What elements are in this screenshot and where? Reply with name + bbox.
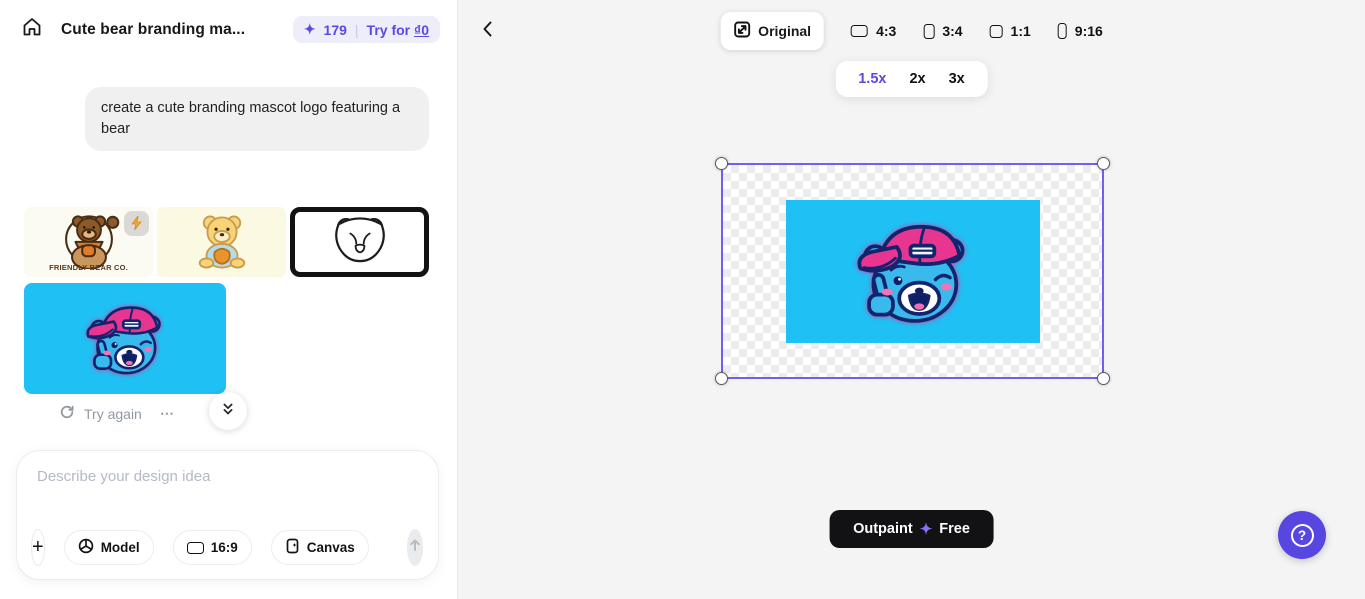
aspect-option-original[interactable]: Original [720,12,824,50]
canvas-icon [285,538,300,557]
selection-handle-bottom-right[interactable] [1097,372,1110,385]
aspect-option-1-1[interactable]: 1:1 [990,23,1031,39]
aspect-option-9-16[interactable]: 9:16 [1058,23,1103,39]
scale-option-1-5x[interactable]: 1.5x [858,71,886,87]
landscape-ratio-icon [187,542,204,554]
aspect-ratio-label: 16:9 [211,540,238,555]
model-selector-button[interactable]: Model [64,530,154,565]
outpaint-selection-frame[interactable] [721,163,1104,379]
arrow-up-icon [407,537,423,558]
canvas-image[interactable] [786,200,1040,343]
result-thumbnail-friendly-bear[interactable]: FRIENDLY BEAR CO. [24,207,153,277]
ratio-1-1-icon [990,25,1003,38]
composer-toolbar: + Model 16:9 Canvas [31,529,421,566]
ratio-3-4-icon [923,24,934,39]
flame-icon [130,216,143,231]
try-again-label: Try again [84,406,142,422]
result-thumbnails-row: FRIENDLY BEAR CO. [24,207,429,277]
try-for-link[interactable]: Try for ₫0 [367,22,429,38]
prompt-input[interactable] [37,468,414,510]
back-button[interactable] [474,17,502,45]
canvas-label: Canvas [307,540,355,555]
aspect-option-3-4[interactable]: 3:4 [923,23,962,39]
aspect-option-4-3[interactable]: 4:3 [851,23,896,39]
line-art-bear-image [322,214,398,270]
aspect-option-label: Original [758,23,811,39]
aspect-option-label: 1:1 [1011,23,1031,39]
home-icon [21,16,43,43]
credits-count: 179 [324,22,347,38]
price-value: ₫0 [414,22,429,38]
double-chevron-down-icon [219,400,237,423]
scroll-to-bottom-button[interactable] [209,392,247,430]
sparkle-icon: ✦ [304,21,316,38]
spark-badge [124,211,149,236]
aspect-option-label: 9:16 [1075,23,1103,39]
generated-results: FRIENDLY BEAR CO. [24,207,429,423]
aspect-option-label: 3:4 [942,23,962,39]
plus-icon: + [32,536,44,559]
aspect-ratio-toolbar: Original 4:3 3:4 1:1 9:16 [720,12,1103,50]
prompt-composer: + Model 16:9 Canvas [16,450,439,580]
outpaint-button[interactable]: Outpaint ✦ Free [829,510,994,548]
outpaint-free-badge: Free [939,521,970,537]
model-label: Model [101,540,140,555]
ratio-9-16-icon [1058,23,1067,39]
outpaint-label: Outpaint [853,521,913,537]
sparkle-icon: ✦ [920,520,933,538]
add-attachment-button[interactable]: + [31,529,45,566]
aspect-option-label: 4:3 [876,23,896,39]
selection-handle-top-right[interactable] [1097,157,1110,170]
send-button[interactable] [407,529,423,566]
home-button[interactable] [20,18,44,42]
more-options-button[interactable]: ⋯ [160,405,176,422]
canvas-button[interactable]: Canvas [271,530,369,565]
try-again-button[interactable]: Try again [59,404,142,423]
model-icon [78,538,94,557]
editor-panel: Original 4:3 3:4 1:1 9:16 1.5x 2x 3x [458,0,1365,599]
selection-handle-top-left[interactable] [715,157,728,170]
chat-sidebar: Cute bear branding ma... ✦ 179 | Try for… [0,0,458,599]
user-message-bubble: create a cute branding mascot logo featu… [85,87,429,151]
selection-handle-bottom-left[interactable] [715,372,728,385]
scale-option-2x[interactable]: 2x [909,71,925,87]
credits-badge[interactable]: ✦ 179 | Try for ₫0 [293,16,440,43]
blue-bear-mascot-image [77,295,173,383]
blue-bear-mascot-image [844,209,982,335]
refresh-icon [59,404,75,423]
help-button[interactable]: ? [1278,511,1326,559]
thumbnail-caption: FRIENDLY BEAR CO. [49,263,128,272]
expand-icon [733,21,750,41]
scale-selector: 1.5x 2x 3x [835,61,988,97]
question-mark-icon: ? [1291,524,1314,547]
chevron-left-icon [478,19,498,44]
result-thumbnail-blue-bear[interactable] [24,283,226,394]
honey-bear-image [176,211,268,273]
scale-option-3x[interactable]: 3x [949,71,965,87]
result-thumbnail-honey-bear[interactable] [157,207,286,277]
result-thumbnail-line-art-bear[interactable] [290,207,429,277]
badge-divider: | [355,22,359,38]
sidebar-header: Cute bear branding ma... ✦ 179 | Try for… [0,0,457,43]
aspect-ratio-button[interactable]: 16:9 [173,530,252,565]
ratio-4-3-icon [851,25,868,37]
project-title: Cute bear branding ma... [61,21,293,39]
